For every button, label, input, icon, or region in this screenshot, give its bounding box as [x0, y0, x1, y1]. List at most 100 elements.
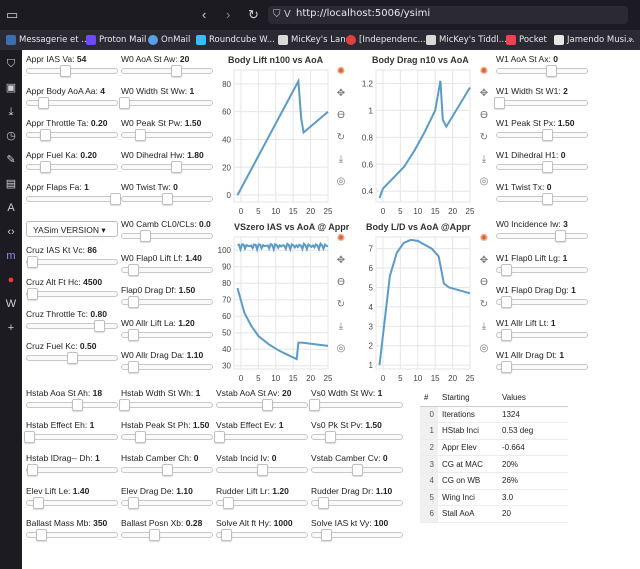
save-icon[interactable]: ⤓ — [335, 321, 347, 343]
slider-track[interactable] — [216, 529, 308, 541]
slider-track[interactable] — [26, 529, 118, 541]
slider-handle[interactable] — [320, 529, 332, 541]
slider-track[interactable] — [26, 161, 118, 173]
slider-handle[interactable] — [221, 529, 232, 541]
slider-track[interactable] — [213, 431, 308, 443]
bookmark-jamendo[interactable]: Jamendo Musi... — [554, 33, 635, 47]
slider-track[interactable] — [121, 264, 213, 276]
notification-icon[interactable]: ▤ — [5, 178, 17, 190]
mastodon-icon[interactable]: m — [5, 250, 17, 262]
bookmark-pocket[interactable]: Pocket — [506, 33, 547, 47]
plot-vszero-ias[interactable]: 0 5 10 15 20 25 30 40 50 60 70 80 90 100 — [214, 233, 332, 385]
slider-track[interactable] — [496, 230, 588, 242]
slider-handle[interactable] — [501, 264, 512, 276]
slider-handle[interactable] — [308, 399, 320, 411]
slider-handle[interactable] — [135, 431, 146, 443]
bookmark-roundcube[interactable]: Roundcube W... — [196, 33, 275, 47]
slider-handle[interactable] — [541, 161, 553, 173]
table-header[interactable]: Values — [498, 390, 568, 407]
slider-handle[interactable] — [40, 161, 51, 173]
slider-track[interactable] — [216, 464, 308, 476]
pan-tool-icon[interactable]: ✥ — [335, 255, 347, 277]
slider-handle[interactable] — [26, 464, 38, 476]
pan-tool-icon[interactable]: ✥ — [478, 255, 490, 277]
slider-track[interactable] — [26, 497, 118, 509]
slider-handle[interactable] — [171, 161, 182, 173]
pan-tool-icon[interactable]: ✥ — [335, 88, 347, 110]
translate-icon[interactable]: A — [5, 202, 17, 214]
slider-handle[interactable] — [59, 65, 71, 77]
wheel-zoom-icon[interactable]: ϴ — [478, 110, 490, 132]
back-arrow-icon[interactable]: ‹ — [202, 8, 206, 22]
slider-handle[interactable] — [118, 97, 130, 109]
bookmark-mickeys-land[interactable]: MicKey's Land — [278, 33, 351, 47]
slider-handle[interactable] — [26, 288, 38, 300]
clock-icon[interactable]: ◷ — [5, 130, 17, 142]
slider-track[interactable] — [26, 129, 118, 141]
table-row[interactable]: 1 HStab Inci 0.53 deg — [420, 422, 568, 440]
save-icon[interactable]: ⤓ — [478, 321, 490, 343]
reload-icon[interactable]: ↻ — [248, 8, 259, 22]
slider-track[interactable] — [216, 497, 308, 509]
slider-track[interactable] — [496, 129, 588, 141]
slider-track[interactable] — [121, 329, 213, 341]
slider-handle[interactable] — [110, 193, 122, 205]
slider-track[interactable] — [118, 97, 213, 109]
save-icon[interactable]: ⤓ — [478, 154, 490, 176]
slider-track[interactable] — [496, 361, 588, 373]
slider-handle[interactable] — [35, 529, 47, 541]
slider-handle[interactable] — [213, 431, 225, 443]
table-row[interactable]: 4 CG on WB 26% — [420, 472, 568, 490]
slider-handle[interactable] — [162, 464, 173, 476]
table-row[interactable]: 2 Appr Elev -0.664 — [420, 439, 568, 457]
table-row[interactable]: 6 Stall AoA 20 — [420, 505, 568, 523]
slider-handle[interactable] — [493, 97, 505, 109]
slider-handle[interactable] — [38, 97, 50, 109]
slider-track[interactable] — [496, 264, 588, 276]
hover-tool-icon[interactable]: ◎ — [335, 343, 347, 365]
slider-track[interactable] — [121, 230, 213, 242]
reset-icon[interactable]: ↻ — [478, 132, 490, 154]
slider-track[interactable] — [121, 431, 213, 443]
slider-track[interactable] — [26, 320, 118, 332]
slider-handle[interactable] — [162, 193, 173, 205]
slider-track[interactable] — [118, 399, 213, 411]
slider-handle[interactable] — [127, 296, 139, 308]
slider-handle[interactable] — [555, 230, 566, 242]
slider-handle[interactable] — [127, 264, 139, 276]
slider-handle[interactable] — [317, 497, 329, 509]
slider-handle[interactable] — [139, 230, 151, 242]
slider-handle[interactable] — [501, 296, 512, 308]
slider-handle[interactable] — [135, 129, 146, 141]
slider-track[interactable] — [496, 161, 588, 173]
slider-track[interactable] — [496, 296, 588, 308]
slider-handle[interactable] — [23, 431, 35, 443]
pan-tool-icon[interactable]: ✥ — [478, 88, 490, 110]
slider-track[interactable] — [311, 464, 403, 476]
table-row[interactable]: 0 Iterations 1324 — [420, 406, 568, 424]
table-header[interactable]: Starting — [438, 390, 498, 407]
slider-handle[interactable] — [501, 361, 512, 373]
slider-track[interactable] — [26, 256, 118, 268]
slider-handle[interactable] — [32, 497, 44, 509]
slider-track[interactable] — [121, 193, 213, 205]
slider-handle[interactable] — [67, 352, 78, 364]
reset-icon[interactable]: ↻ — [335, 132, 347, 154]
slider-handle[interactable] — [94, 320, 105, 332]
bookmark-sidebar-icon[interactable]: ⛉ — [5, 58, 17, 70]
plot-body-drag[interactable]: 0 5 10 15 20 25 0.4 0.6 0.8 1 1.2 — [356, 66, 474, 218]
bookmark-independence[interactable]: [Independenc... — [346, 33, 426, 47]
slider-handle[interactable] — [541, 129, 553, 141]
slider-track[interactable] — [121, 497, 213, 509]
slider-track[interactable] — [26, 288, 118, 300]
bookmarks-overflow-icon[interactable]: » — [628, 33, 633, 47]
slider-handle[interactable] — [541, 193, 553, 205]
bookmark-mickeys-tiddl[interactable]: MicKey's Tiddl... — [426, 33, 507, 47]
wheel-zoom-icon[interactable]: ϴ — [478, 277, 490, 299]
slider-track[interactable] — [121, 464, 213, 476]
wheel-zoom-icon[interactable]: ϴ — [335, 110, 347, 132]
slider-handle[interactable] — [222, 497, 234, 509]
hover-tool-icon[interactable]: ◎ — [478, 343, 490, 365]
slider-track[interactable] — [23, 431, 118, 443]
slider-handle[interactable] — [501, 329, 512, 341]
